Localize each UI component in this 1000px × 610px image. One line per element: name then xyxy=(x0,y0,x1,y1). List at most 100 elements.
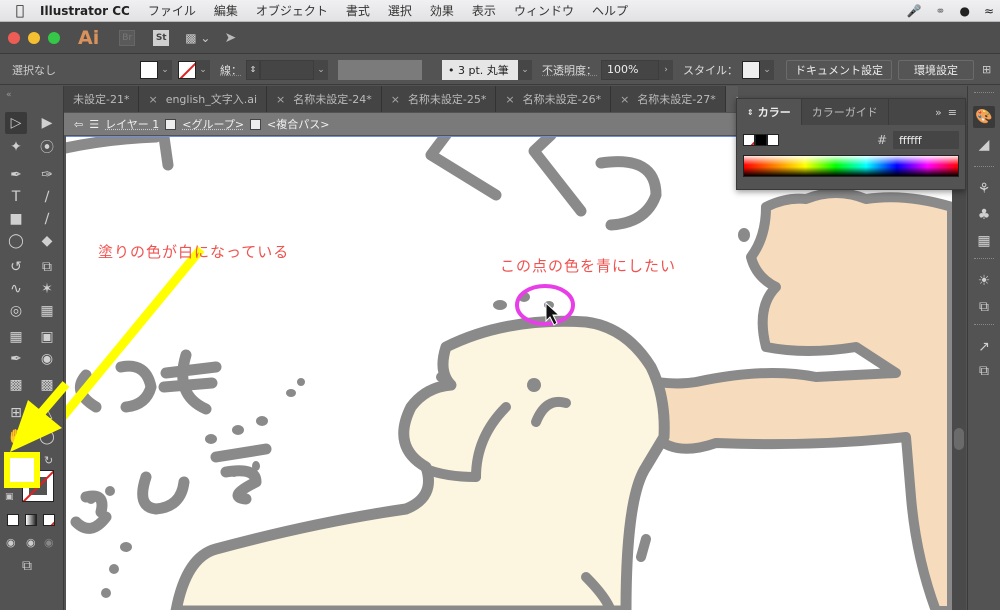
default-fill-stroke-icon[interactable]: ▣ xyxy=(5,492,14,502)
gpu-performance-icon[interactable]: ➤ xyxy=(224,30,236,46)
graphic-style-swatch[interactable] xyxy=(742,60,760,79)
stock-button[interactable]: St xyxy=(153,29,170,46)
menu-edit[interactable]: 編集 xyxy=(214,2,238,19)
draw-inside-icon[interactable]: ◉ xyxy=(44,536,54,549)
screen-mode-icon[interactable]: ⧉ xyxy=(22,558,32,574)
breadcrumb-group[interactable]: <グループ> xyxy=(182,116,244,132)
tab-color[interactable]: ⇕ カラー xyxy=(737,99,802,125)
transform-icon[interactable]: ⊞ xyxy=(982,63,991,76)
preferences-button[interactable]: 環境設定 xyxy=(898,59,974,80)
lasso-tool-icon[interactable]: ⦿ xyxy=(36,136,58,158)
stroke-swatch[interactable] xyxy=(178,60,196,79)
shaper-tool-icon[interactable]: ◯ xyxy=(5,230,27,252)
wifi-icon[interactable]: ≈ xyxy=(984,4,994,18)
opacity-label[interactable]: 不透明度： xyxy=(542,62,597,78)
style-dropdown[interactable]: ⌄ xyxy=(760,59,774,80)
rectangle-tool-icon[interactable]: ■ xyxy=(5,208,27,230)
breadcrumb-layer[interactable]: レイヤー 1 xyxy=(105,116,159,132)
panel-menu-icon[interactable]: ≡ xyxy=(948,106,957,119)
none-mode-button[interactable] xyxy=(43,514,55,526)
minimize-window-button[interactable] xyxy=(28,31,40,44)
document-tab[interactable]: 未設定-21* xyxy=(64,86,140,112)
selection-tool-icon[interactable]: ▷ xyxy=(5,112,27,134)
dock-grip[interactable] xyxy=(974,324,994,326)
puppet-warp-tool-icon[interactable]: ✶ xyxy=(36,278,58,300)
status-icon[interactable]: ● xyxy=(959,4,969,18)
pen-tool-icon[interactable]: ✒ xyxy=(5,164,27,186)
draw-behind-icon[interactable]: ◉ xyxy=(26,536,36,549)
close-tab-icon[interactable]: × xyxy=(276,93,285,106)
line-tool-icon[interactable]: ∕ xyxy=(36,186,58,208)
curvature-tool-icon[interactable]: ✑ xyxy=(36,164,58,186)
fill-dropdown[interactable]: ⌄ xyxy=(158,59,172,80)
brush-definition[interactable]: • 3 pt. 丸筆 xyxy=(442,59,518,80)
draw-normal-icon[interactable]: ◉ xyxy=(6,536,16,549)
variable-width-profile[interactable] xyxy=(338,59,422,80)
color-palette-icon[interactable]: 🎨 xyxy=(973,106,995,128)
shape-builder-tool-icon[interactable]: ◎ xyxy=(5,300,27,322)
menu-select[interactable]: 選択 xyxy=(388,2,412,19)
black-swatch[interactable] xyxy=(755,134,767,146)
color-spectrum[interactable] xyxy=(743,155,959,177)
dock-grip[interactable] xyxy=(974,258,994,260)
menu-type[interactable]: 書式 xyxy=(346,2,370,19)
type-tool-icon[interactable]: T xyxy=(5,186,27,208)
dock-grip[interactable] xyxy=(974,92,994,94)
scale-tool-icon[interactable]: ⧉ xyxy=(36,256,58,278)
menu-view[interactable]: 表示 xyxy=(472,2,496,19)
export-icon[interactable]: ↗ xyxy=(973,336,995,358)
document-tab[interactable]: × 名称未設定-24* xyxy=(267,86,382,112)
menu-effect[interactable]: 効果 xyxy=(430,2,454,19)
none-swatch[interactable] xyxy=(743,134,755,146)
artboard-canvas[interactable]: 塗りの色が白になっている この点の色を青にしたい xyxy=(66,136,952,610)
brushes-icon[interactable]: ⚘ xyxy=(973,178,995,200)
document-tab[interactable]: × english_文字入.ai xyxy=(139,86,268,112)
panel-collapse-icon[interactable]: « xyxy=(0,86,63,108)
eyedropper-tool-icon[interactable]: ✒ xyxy=(5,348,27,370)
rotate-tool-icon[interactable]: ↺ xyxy=(5,256,27,278)
creative-cloud-icon[interactable]: ⚭ xyxy=(935,4,945,18)
appearance-icon[interactable]: ☀ xyxy=(973,270,995,292)
swatches-icon[interactable]: ▦ xyxy=(973,230,995,252)
white-swatch[interactable] xyxy=(767,134,779,146)
app-name-menu[interactable]: Illustrator CC xyxy=(40,4,130,18)
menu-object[interactable]: オブジェクト xyxy=(256,2,328,19)
stroke-weight-input[interactable] xyxy=(260,59,314,80)
color-mode-button[interactable] xyxy=(7,514,19,526)
color-guide-icon[interactable]: ◢ xyxy=(973,134,995,156)
tab-color-guide[interactable]: カラーガイド xyxy=(802,99,889,125)
back-arrow-icon[interactable]: ⇦ xyxy=(74,118,83,131)
hex-input[interactable]: ffffff xyxy=(893,131,959,149)
close-tab-icon[interactable]: × xyxy=(148,93,157,106)
dock-grip[interactable] xyxy=(974,166,994,168)
gradient-mode-button[interactable] xyxy=(25,514,37,526)
opacity-arrow[interactable]: › xyxy=(659,59,673,80)
brush-dropdown[interactable]: ⌄ xyxy=(518,59,532,80)
stroke-label[interactable]: 線： xyxy=(220,62,242,78)
apple-icon[interactable]:  xyxy=(0,3,40,19)
document-settings-button[interactable]: ドキュメント設定 xyxy=(786,59,892,80)
stroke-weight-dropdown[interactable]: ⌄ xyxy=(314,59,328,80)
paintbrush-tool-icon[interactable]: ∕ xyxy=(36,208,58,230)
close-tab-icon[interactable]: × xyxy=(505,93,514,106)
vertical-scrollbar[interactable] xyxy=(952,136,966,610)
menu-file[interactable]: ファイル xyxy=(148,2,196,19)
eraser-tool-icon[interactable]: ◆ xyxy=(36,230,58,252)
microphone-icon[interactable]: 🎤 xyxy=(906,4,921,18)
artboards-icon[interactable]: ⧉ xyxy=(973,360,995,382)
expand-panel-icon[interactable]: » xyxy=(935,106,942,119)
direct-selection-tool-icon[interactable]: ▶ xyxy=(36,112,58,134)
opacity-input[interactable]: 100% xyxy=(601,59,659,80)
close-window-button[interactable] xyxy=(8,31,20,44)
document-tab[interactable]: × 名称未設定-26* xyxy=(496,86,612,112)
menu-help[interactable]: ヘルプ xyxy=(592,2,628,19)
document-tab[interactable]: × 名称未設定-25* xyxy=(381,86,497,112)
graphic-styles-icon[interactable]: ⧉ xyxy=(973,296,995,318)
stroke-dropdown[interactable]: ⌄ xyxy=(196,59,210,80)
perspective-grid-tool-icon[interactable]: ▦ xyxy=(36,300,58,322)
zoom-window-button[interactable] xyxy=(48,31,60,44)
gradient-tool-icon[interactable]: ▣ xyxy=(36,326,58,348)
close-tab-icon[interactable]: × xyxy=(620,93,629,106)
breadcrumb-compound-path[interactable]: <複合パス> xyxy=(267,116,329,132)
mesh-tool-icon[interactable]: ▦ xyxy=(5,326,27,348)
